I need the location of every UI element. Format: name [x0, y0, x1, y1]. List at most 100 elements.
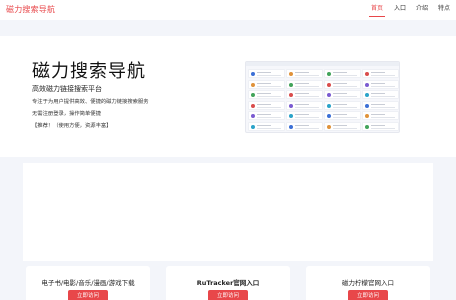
- site-logo[interactable]: 磁力搜索导航: [6, 4, 55, 15]
- preview-thumb-line: [295, 114, 309, 115]
- preview-thumb-icon: [365, 93, 369, 97]
- preview-thumb: [286, 100, 323, 110]
- preview-thumb-icon: [327, 103, 331, 108]
- preview-thumb: [286, 90, 323, 99]
- preview-thumb-line: [295, 93, 309, 94]
- preview-thumb: [324, 121, 361, 131]
- preview-thumb-line: [371, 106, 395, 108]
- preview-thumb-line: [295, 106, 319, 108]
- preview-thumb-line: [257, 85, 281, 87]
- preview-thumb-line: [333, 106, 357, 108]
- preview-thumb-line: [371, 82, 385, 84]
- preview-thumb-line: [257, 124, 271, 126]
- preview-thumb-line: [295, 75, 319, 76]
- preview-thumb-line: [257, 82, 271, 84]
- preview-thumb-icon: [251, 114, 255, 118]
- preview-thumb-line: [295, 85, 319, 87]
- card-title: 电子书/电影/音乐/漫画/游戏下载: [41, 279, 135, 287]
- preview-thumb-line: [295, 124, 309, 126]
- preview-thumb-line: [333, 114, 347, 115]
- preview-thumb-line: [333, 85, 357, 87]
- preview-thumb-icon: [327, 93, 331, 97]
- preview-thumb-line: [295, 117, 319, 118]
- preview-thumb-line: [333, 124, 347, 126]
- preview-thumb-icon: [251, 72, 255, 76]
- preview-thumb-icon: [251, 103, 255, 108]
- preview-thumb-line: [257, 75, 281, 76]
- nav-home[interactable]: 首页: [369, 0, 385, 18]
- preview-thumb-line: [333, 127, 357, 129]
- card-downloads: 电子书/电影/音乐/漫画/游戏下载 立即访问: [26, 266, 150, 300]
- card-title: 磁力柠檬官网入口: [342, 279, 394, 287]
- preview-thumb-line: [257, 103, 271, 105]
- preview-thumb: [248, 90, 285, 99]
- hero-line-3: 【推荐！（使用方便，资源丰富】: [32, 123, 112, 129]
- preview-thumb: [324, 111, 361, 120]
- preview-thumb-icon: [251, 82, 255, 87]
- preview-thumb-line: [371, 75, 395, 76]
- preview-thumb-line: [333, 96, 357, 97]
- preview-thumb-icon: [327, 124, 331, 129]
- preview-thumb-icon: [365, 114, 369, 118]
- preview-thumb-icon: [289, 103, 293, 108]
- site-preview-image: [245, 61, 400, 133]
- preview-thumb: [362, 79, 399, 89]
- preview-thumb: [286, 79, 323, 89]
- preview-thumb: [248, 121, 285, 131]
- preview-thumb-icon: [289, 93, 293, 97]
- preview-thumb-icon: [365, 72, 369, 76]
- preview-thumb-line: [333, 82, 347, 84]
- preview-thumb: [248, 69, 285, 78]
- preview-thumb-icon: [365, 82, 369, 87]
- preview-thumb-line: [295, 72, 309, 73]
- preview-thumb-icon: [327, 72, 331, 76]
- preview-thumb-line: [295, 96, 319, 97]
- preview-thumb-line: [295, 127, 319, 129]
- preview-thumb-line: [371, 117, 395, 118]
- preview-thumb-icon: [327, 114, 331, 118]
- preview-thumb: [324, 90, 361, 99]
- preview-thumb-icon: [327, 82, 331, 87]
- preview-thumb-icon: [289, 72, 293, 76]
- preview-thumb: [324, 69, 361, 78]
- hero-section: 磁力搜索导航 高效磁力链接搜索平台 专注于为用户提供高效、便捷的磁力链接搜索服务…: [0, 36, 456, 157]
- content-panel: [23, 163, 433, 261]
- preview-thumb-icon: [251, 93, 255, 97]
- preview-thumb-line: [371, 103, 385, 105]
- preview-thumb-line: [371, 96, 395, 97]
- preview-thumb: [362, 111, 399, 120]
- preview-thumb: [362, 90, 399, 99]
- preview-thumb-icon: [365, 124, 369, 129]
- preview-thumb: [248, 79, 285, 89]
- preview-thumb-icon: [289, 124, 293, 129]
- preview-thumb-line: [333, 103, 347, 105]
- preview-thumb-line: [333, 93, 347, 94]
- visit-button[interactable]: 立即访问: [208, 290, 248, 300]
- preview-thumb-line: [333, 75, 357, 76]
- nav-features[interactable]: 特点: [436, 0, 452, 18]
- preview-thumb-icon: [289, 82, 293, 87]
- preview-thumb-line: [295, 82, 309, 84]
- preview-thumb-icon: [365, 103, 369, 108]
- hero-line-1: 专注于为用户提供高效、便捷的磁力链接搜索服务: [32, 99, 149, 105]
- visit-button[interactable]: 立即访问: [68, 290, 108, 300]
- nav-entrance[interactable]: 入口: [392, 0, 408, 18]
- card-lemon: 磁力柠檬官网入口 立即访问: [306, 266, 430, 300]
- card-rutracker: RuTracker官网入口 立即访问: [166, 266, 290, 300]
- preview-thumb-line: [257, 93, 271, 94]
- preview-thumb-line: [257, 106, 281, 108]
- preview-thumb-line: [257, 117, 281, 118]
- preview-thumb: [286, 69, 323, 78]
- preview-thumb-line: [371, 114, 385, 115]
- preview-thumb-icon: [251, 124, 255, 129]
- preview-thumb: [362, 121, 399, 131]
- card-title: RuTracker官网入口: [196, 279, 260, 287]
- preview-thumb: [324, 100, 361, 110]
- visit-button[interactable]: 立即访问: [348, 290, 388, 300]
- nav-intro[interactable]: 介绍: [414, 0, 430, 18]
- preview-thumb-line: [371, 93, 385, 94]
- preview-thumb: [248, 111, 285, 120]
- preview-thumb-line: [371, 127, 395, 129]
- preview-thumb-line: [371, 85, 395, 87]
- hero-subtitle: 高效磁力链接搜索平台: [32, 85, 102, 93]
